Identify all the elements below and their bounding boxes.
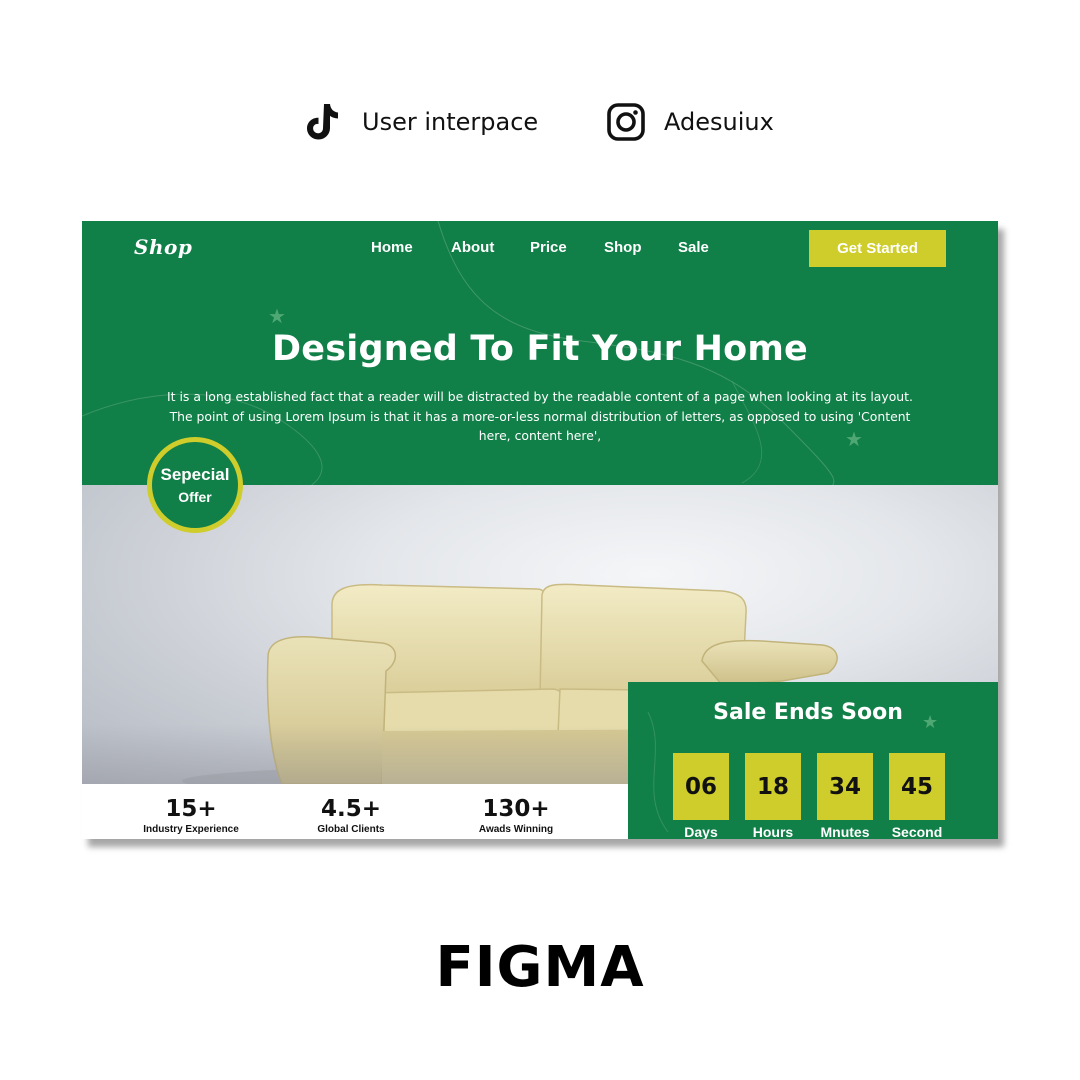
stat-value: 4.5+ [320, 796, 381, 822]
sale-countdown-panel: ★ Sale Ends Soon 06 Days 18 Hours 34 Mnu… [628, 682, 998, 839]
website-mockup: Shop Home About Price Shop Sale Get Star… [82, 221, 998, 839]
tiktok-icon [302, 100, 346, 144]
tiktok-handle[interactable]: User interpace [302, 92, 538, 152]
stat-value: 130+ [482, 796, 550, 822]
countdown-value: 06 [673, 753, 729, 820]
hero-description: It is a long established fact that a rea… [152, 387, 928, 446]
offer-title: Sepecial [160, 465, 230, 484]
hero-text-line: here, content here', [478, 428, 602, 443]
countdown-hours: 18 Hours [745, 753, 801, 839]
nav-home[interactable]: Home [371, 239, 413, 256]
nav-about[interactable]: About [451, 239, 494, 256]
nav-shop[interactable]: Shop [604, 239, 642, 256]
countdown-unit: Second [891, 824, 943, 839]
countdown-seconds: 45 Second [889, 753, 945, 839]
nav-price[interactable]: Price [530, 239, 567, 256]
countdown-days: 06 Days [673, 753, 729, 839]
stat-label: Awads Winning [478, 824, 554, 835]
figma-label: FIGMA [435, 935, 645, 1000]
hero-text-line: It is a long established fact that a rea… [167, 389, 913, 404]
stats-bar: 15+ Industry Experience 4.5+ Global Clie… [82, 784, 628, 839]
stat-item: 4.5+ Global Clients [276, 796, 426, 835]
hero-text-line: The point of using Lorem Ipsum is that i… [169, 408, 911, 424]
countdown-value: 34 [817, 753, 873, 820]
get-started-button[interactable]: Get Started [809, 230, 946, 267]
countdown-value: 18 [745, 753, 801, 820]
stat-item: 15+ Industry Experience [116, 796, 266, 835]
stat-label: Industry Experience [143, 824, 239, 835]
hero-title: Designed To Fit Your Home [272, 329, 808, 369]
offer-subtitle: Offer [178, 489, 212, 505]
instagram-handle[interactable]: Adesuiux [604, 92, 774, 152]
special-offer-badge[interactable]: Sepecial Offer [147, 437, 243, 533]
star-icon: ★ [268, 306, 286, 328]
stat-item: 130+ Awads Winning [441, 796, 591, 835]
tiktok-label: User interpace [362, 108, 539, 136]
countdown-unit: Hours [752, 824, 794, 839]
sale-title: Sale Ends Soon [713, 700, 903, 725]
site-logo[interactable]: Shop [134, 235, 192, 259]
nav-sale[interactable]: Sale [678, 239, 709, 256]
instagram-label: Adesuiux [664, 108, 774, 136]
countdown-value: 45 [889, 753, 945, 820]
countdown-unit: Days [684, 824, 718, 839]
stat-label: Global Clients [317, 824, 385, 835]
stat-value: 15+ [165, 796, 217, 822]
countdown-unit: Mnutes [820, 824, 870, 839]
instagram-icon [604, 100, 648, 144]
countdown-minutes: 34 Mnutes [817, 753, 873, 839]
